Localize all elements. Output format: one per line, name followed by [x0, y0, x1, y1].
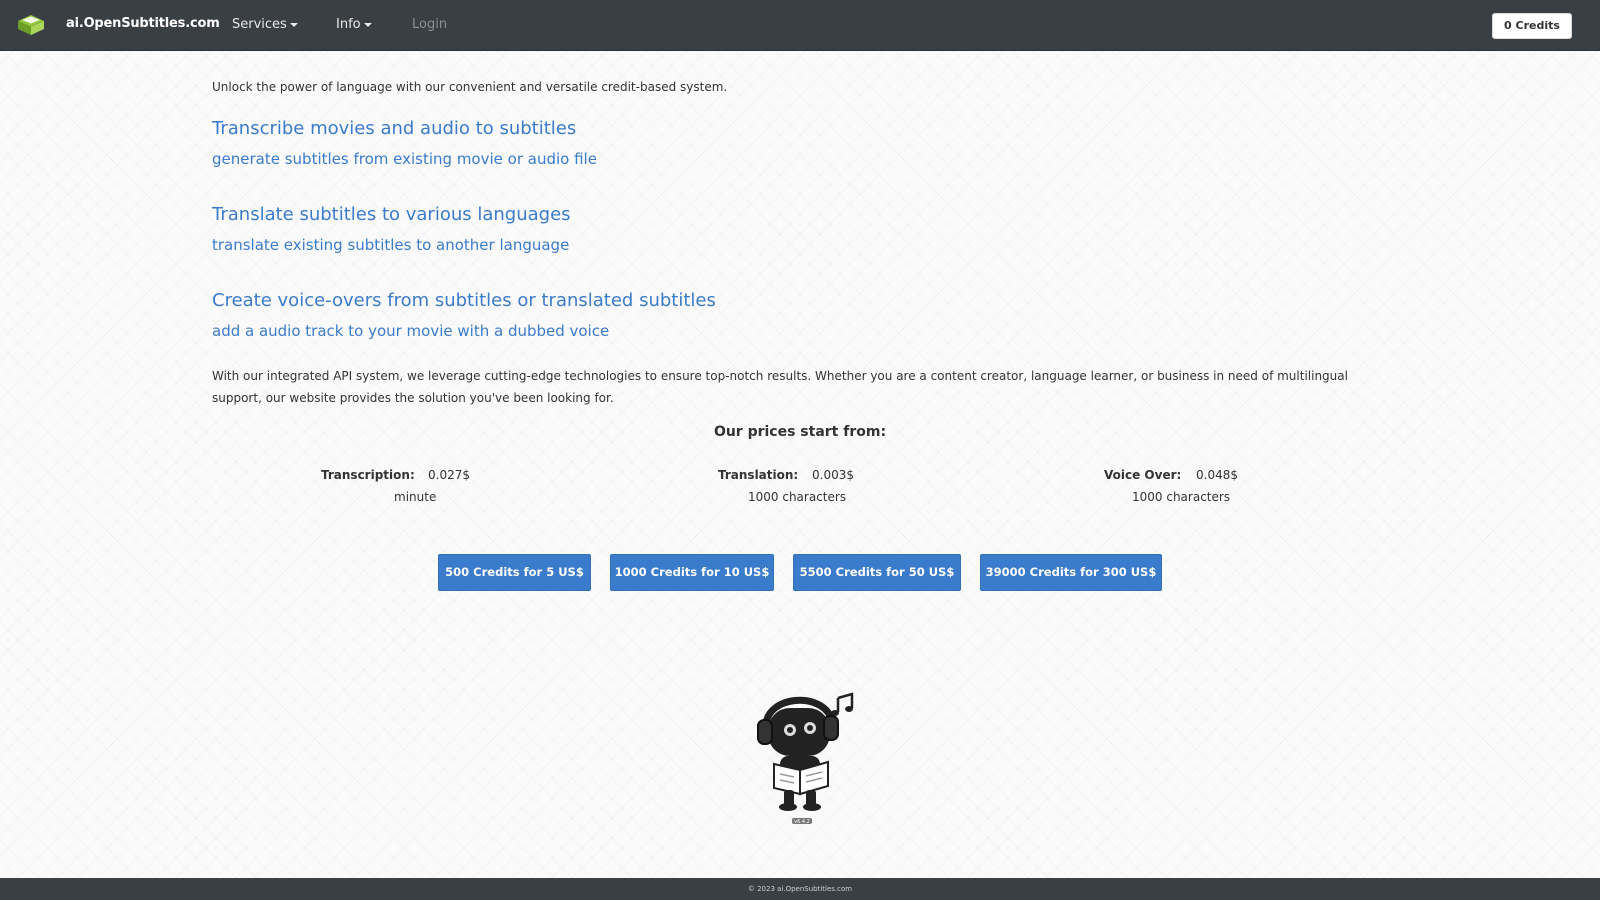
buy-1000-credits-button[interactable]: 1000 Credits for 10 US$ — [610, 554, 774, 591]
brand-logo-icon[interactable] — [16, 12, 46, 38]
nav-info-label: Info — [336, 17, 361, 32]
mascot-caption: v6.4.2 — [794, 819, 810, 825]
price-translation-unit: 1000 characters — [748, 490, 847, 504]
prices-heading: Our prices start from: — [713, 424, 887, 440]
service-translate-title[interactable]: Translate subtitles to various languages — [212, 204, 571, 225]
buy-39000-credits-button[interactable]: 39000 Credits for 300 US$ — [980, 554, 1162, 591]
navbar: ai.OpenSubtitles.com Services Info Login… — [0, 0, 1600, 51]
chevron-down-icon — [363, 22, 372, 27]
nav-services-dropdown[interactable]: Services — [232, 17, 298, 32]
credits-button[interactable]: 0 Credits — [1492, 13, 1572, 39]
nav-info-dropdown[interactable]: Info — [336, 17, 372, 32]
buy-500-credits-button[interactable]: 500 Credits for 5 US$ — [438, 554, 591, 591]
footer-copyright: © 2023 ai.OpenSubtitles.com — [747, 885, 853, 893]
price-translation-label: Translation: — [718, 468, 799, 482]
robot-mascot-icon: v6.4.2 — [757, 692, 854, 825]
price-voiceover-label: Voice Over: — [1104, 468, 1182, 482]
price-transcription-unit: minute — [394, 490, 437, 504]
brand-link[interactable]: ai.OpenSubtitles.com — [66, 16, 220, 31]
footer: © 2023 ai.OpenSubtitles.com — [0, 878, 1600, 900]
description-text: With our integrated API system, we lever… — [212, 369, 1348, 405]
price-translation-value: 0.003$ — [812, 468, 854, 482]
service-translate-subtitle[interactable]: translate existing subtitles to another … — [212, 236, 569, 254]
price-voiceover-unit: 1000 characters — [1132, 490, 1231, 504]
price-transcription-label: Transcription: — [321, 468, 415, 482]
chevron-down-icon — [289, 22, 298, 27]
service-transcribe-subtitle[interactable]: generate subtitles from existing movie o… — [212, 150, 597, 168]
service-voiceover-title[interactable]: Create voice-overs from subtitles or tra… — [212, 290, 716, 311]
service-voiceover-subtitle[interactable]: add a audio track to your movie with a d… — [212, 322, 609, 340]
intro-text: Unlock the power of language with our co… — [212, 80, 728, 94]
price-transcription-value: 0.027$ — [428, 468, 470, 482]
price-voiceover-value: 0.048$ — [1196, 468, 1238, 482]
buy-5500-credits-button[interactable]: 5500 Credits for 50 US$ — [793, 554, 961, 591]
service-transcribe-title[interactable]: Transcribe movies and audio to subtitles — [212, 118, 576, 139]
nav-services-label: Services — [232, 17, 287, 32]
nav-login-link[interactable]: Login — [412, 17, 447, 32]
